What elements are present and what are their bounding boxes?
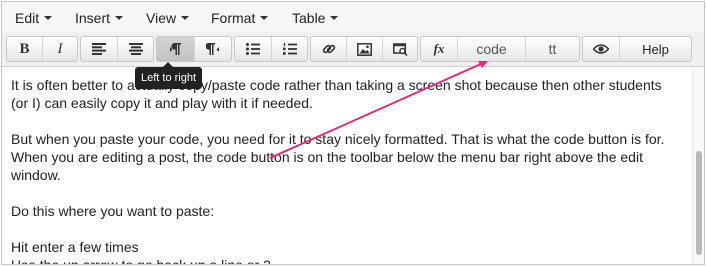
tt-button-label: tt <box>548 41 557 57</box>
menu-insert-label: Insert <box>75 10 111 26</box>
media-icon <box>392 43 408 56</box>
direction-group <box>156 36 232 62</box>
italic-button[interactable]: I <box>42 37 77 61</box>
content-line: But when you paste your code, you need f… <box>11 131 665 147</box>
bullet-list-button[interactable] <box>235 37 271 61</box>
menu-view[interactable]: View <box>146 2 190 32</box>
caret-down-icon <box>44 16 53 21</box>
scrollbar-thumb[interactable] <box>696 151 702 255</box>
insert-group <box>310 36 418 62</box>
caret-down-icon <box>260 16 269 21</box>
menu-edit[interactable]: Edit <box>15 2 53 32</box>
caret-down-icon <box>115 16 124 21</box>
list-group <box>234 36 308 62</box>
formula-icon: fx <box>433 41 445 56</box>
vertical-scrollbar[interactable] <box>692 67 704 264</box>
rtl-button[interactable] <box>194 37 231 61</box>
align-group <box>80 36 154 62</box>
link-icon <box>322 44 335 54</box>
menu-insert[interactable]: Insert <box>75 2 124 32</box>
content-line: Use the up arrow to go back up a line or… <box>11 257 271 265</box>
editor: Edit Insert View Format Table B I fx cod… <box>1 1 705 265</box>
link-button[interactable] <box>311 37 346 61</box>
tt-button[interactable]: tt <box>525 37 579 61</box>
content-line: window. <box>11 167 61 183</box>
numbered-list-icon <box>282 43 297 55</box>
align-left-button[interactable] <box>81 37 117 61</box>
menu-view-label: View <box>146 10 177 26</box>
format-group: B I <box>6 36 78 62</box>
content-line: When you are editing a post, the code bu… <box>11 149 643 165</box>
image-icon <box>357 42 372 56</box>
editor-content[interactable]: It is often better to actually copy/past… <box>11 76 681 265</box>
toolbar: B I fx code tt Help <box>2 32 704 67</box>
code-group: fx code tt <box>420 36 580 62</box>
help-button[interactable]: Help <box>619 37 691 61</box>
content-line <box>11 184 681 202</box>
tooltip: Left to right <box>135 67 203 89</box>
code-button-label: code <box>476 41 507 57</box>
align-center-button[interactable] <box>117 37 153 61</box>
preview-eye-icon <box>593 44 609 54</box>
content-line: It is often better to actually copy/past… <box>11 77 662 93</box>
content-line: Do this where you want to paste: <box>11 203 215 219</box>
formula-button[interactable]: fx <box>421 37 457 61</box>
menu-bar: Edit Insert View Format Table <box>2 2 704 32</box>
menu-table[interactable]: Table <box>292 2 339 32</box>
code-button[interactable]: code <box>457 37 525 61</box>
image-button[interactable] <box>346 37 382 61</box>
bold-icon: B <box>19 40 30 57</box>
content-line <box>11 112 681 130</box>
bullet-list-icon <box>246 43 260 55</box>
content-line: Hit enter a few times <box>11 239 139 255</box>
menu-format[interactable]: Format <box>211 2 269 32</box>
ltr-icon <box>169 43 181 55</box>
preview-button[interactable] <box>583 37 619 61</box>
numbered-list-button[interactable] <box>271 37 307 61</box>
align-left-icon <box>92 43 106 55</box>
bold-button[interactable]: B <box>7 37 42 61</box>
menu-format-label: Format <box>211 10 256 26</box>
help-button-label: Help <box>642 41 669 57</box>
rtl-icon <box>206 43 219 55</box>
menu-edit-label: Edit <box>15 10 40 26</box>
align-center-icon <box>128 43 143 55</box>
view-group: Help <box>582 36 692 62</box>
content-line <box>11 220 681 238</box>
ltr-button[interactable] <box>157 37 194 61</box>
menu-table-label: Table <box>292 10 326 26</box>
caret-down-icon <box>330 16 339 21</box>
media-button[interactable] <box>382 37 417 61</box>
italic-icon: I <box>57 40 63 57</box>
caret-down-icon <box>181 16 190 21</box>
content-line: (or I) can easily copy it and play with … <box>11 95 313 111</box>
